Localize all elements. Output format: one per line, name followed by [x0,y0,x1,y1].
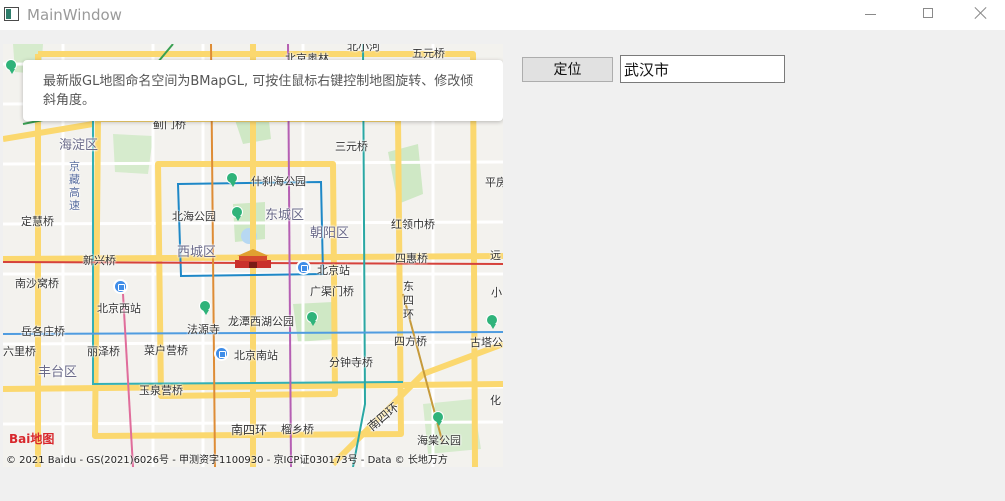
map-place-label: 东四环 [403,280,414,321]
map-place-label: 四方桥 [394,335,427,348]
district-label: 东城区 [265,208,305,223]
map-place-label: 三元桥 [335,140,368,153]
map-place-label: 法源寺 [187,323,220,336]
map-place-label: 北京站 [317,264,350,277]
district-label: 西城区 [177,245,217,260]
map-place-label: 玉泉营桥 [139,384,183,397]
map-place-label: 北小河 [347,44,380,53]
map-place-label: 北京南站 [234,349,278,362]
park-pin-icon[interactable] [225,172,239,188]
window-title: MainWindow [27,6,122,24]
tiananmen-landmark-icon [235,249,271,268]
close-button[interactable] [958,0,1004,30]
map-place-label: 海棠公园 [417,434,461,447]
map-place-label: 南沙窝桥 [15,277,59,290]
map-place-label: 定慧桥 [21,215,54,228]
park-pin-icon[interactable] [485,314,499,330]
map-place-label: 平房 [485,176,503,189]
map-place-label: 分钟寺桥 [329,356,373,369]
app-icon [4,7,19,21]
minimize-button[interactable] [846,0,892,30]
locate-button[interactable]: 定位 [522,57,613,82]
baidu-map[interactable]: 海淀区 东城区 西城区 朝阳区 丰台区 北京奥林 五元桥 北小河 三元桥 什刹海… [3,44,503,467]
map-place-label: 龙潭西湖公园 [228,315,294,328]
map-place-label: 北海公园 [172,210,216,223]
map-place-label: 新兴桥 [83,254,116,267]
railway-station-icon[interactable] [113,279,128,294]
map-place-label: 什刹海公园 [251,175,306,188]
map-place-label: 六里桥 [3,345,36,358]
map-place-label: 京藏高速 [69,160,80,212]
park-pin-icon[interactable] [4,59,18,75]
map-place-label: 北京西站 [97,302,141,315]
map-place-label: 岳各庄桥 [21,325,65,338]
map-place-label: 四惠桥 [395,252,428,265]
park-pin-icon[interactable] [305,311,319,327]
baidu-map-logo: Bai地图 [9,432,55,446]
map-notice-banner: 最新版GL地图命名空间为BMapGL, 可按住鼠标右键控制地图旋转、修改倾斜角度… [23,60,503,121]
maximize-button[interactable] [906,0,952,30]
map-place-label: 古塔公园 [470,336,503,349]
map-place-label: 五元桥 [412,47,445,60]
map-place-label: 丽泽桥 [87,345,120,358]
park-pin-icon[interactable] [431,411,445,427]
map-place-label: 远 [490,249,501,262]
map-place-label: 红领巾桥 [391,218,435,231]
district-label: 朝阳区 [310,226,350,241]
park-pin-icon[interactable] [230,206,244,222]
railway-station-icon[interactable] [296,260,311,275]
park-pin-icon[interactable] [198,300,212,316]
railway-station-icon[interactable] [214,346,229,361]
map-place-label: 化 [490,394,501,407]
close-icon [974,6,988,20]
minimize-icon [865,14,876,15]
district-label: 丰台区 [38,365,78,380]
city-input[interactable] [620,55,785,83]
map-place-label: 小 [491,286,502,299]
title-bar: MainWindow [0,0,1005,30]
map-place-label: 南四环 [231,423,268,437]
map-place-label: 广渠门桥 [310,285,354,298]
maximize-icon [923,8,933,18]
map-copyright: © 2021 Baidu - GS(2021)6026号 - 甲测资字11009… [6,455,448,466]
district-label: 海淀区 [59,138,99,153]
map-place-label: 榴乡桥 [281,423,314,436]
map-place-label: 菜户营桥 [144,344,188,357]
